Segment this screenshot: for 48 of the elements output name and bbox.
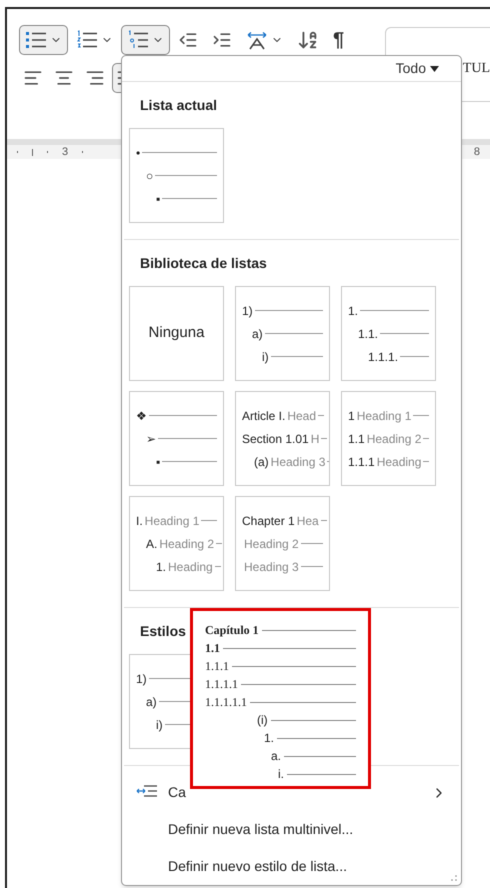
preview-level-label: Capítulo 1	[205, 622, 259, 639]
level-label: (a)	[254, 454, 269, 470]
heading-text: Heading	[376, 454, 422, 470]
preview-level-label: i.	[278, 766, 284, 783]
section-heading: Biblioteca de listas	[140, 255, 267, 271]
section-heading: Estilos	[140, 623, 186, 639]
heading-text: Heading 2	[244, 536, 299, 552]
level-label: A.	[146, 536, 158, 552]
level-label: I.	[136, 512, 143, 530]
heading-text: Heading 3	[244, 558, 299, 576]
heading-text: Heading 1	[356, 408, 412, 424]
level-label: 1	[348, 408, 355, 424]
heading-text: Heading	[168, 558, 213, 576]
preview-level-label: a.	[271, 748, 282, 765]
preview-level-label: 1.1	[205, 640, 220, 657]
level-label: ▪	[156, 190, 160, 208]
level-label: i)	[262, 348, 269, 366]
level-label: 1.	[156, 558, 166, 576]
level-label: •	[136, 144, 140, 162]
heading-text: Heading 1	[144, 512, 200, 530]
level-label: a)	[252, 326, 263, 342]
heading-text: Head	[287, 408, 316, 424]
level-label: 1.1.1.	[368, 348, 398, 366]
level-label: ❖	[136, 408, 147, 424]
heading-text: Hea	[296, 512, 319, 530]
heading-text: Heading 2	[159, 536, 214, 552]
level-label: Section 1.01	[242, 430, 309, 448]
level-label: Article I.	[242, 408, 286, 424]
heading-text: H	[310, 430, 320, 448]
level-label: ➢	[146, 430, 156, 448]
level-label: 1.1.1	[348, 454, 375, 470]
level-label: 1)	[242, 302, 253, 320]
level-label: ▪	[156, 454, 160, 470]
heading-text: Heading 2	[366, 430, 422, 448]
ruler-number: 8	[474, 144, 480, 160]
level-label: 1)	[136, 670, 147, 688]
preview-level-label: (i)	[257, 712, 268, 729]
ruler-number: 3	[62, 144, 68, 160]
section-heading: Lista actual	[140, 97, 218, 113]
level-label: a)	[146, 694, 157, 710]
level-label: 1.1.	[358, 326, 378, 342]
level-label: 1.1	[348, 430, 365, 448]
preview-level-label: 1.	[264, 730, 274, 747]
heading-text: Heading 3	[270, 454, 326, 470]
level-label: ○	[146, 168, 154, 184]
level-label: Chapter 1	[242, 512, 295, 530]
level-label: i)	[156, 716, 163, 734]
level-label: 1.	[348, 302, 358, 320]
